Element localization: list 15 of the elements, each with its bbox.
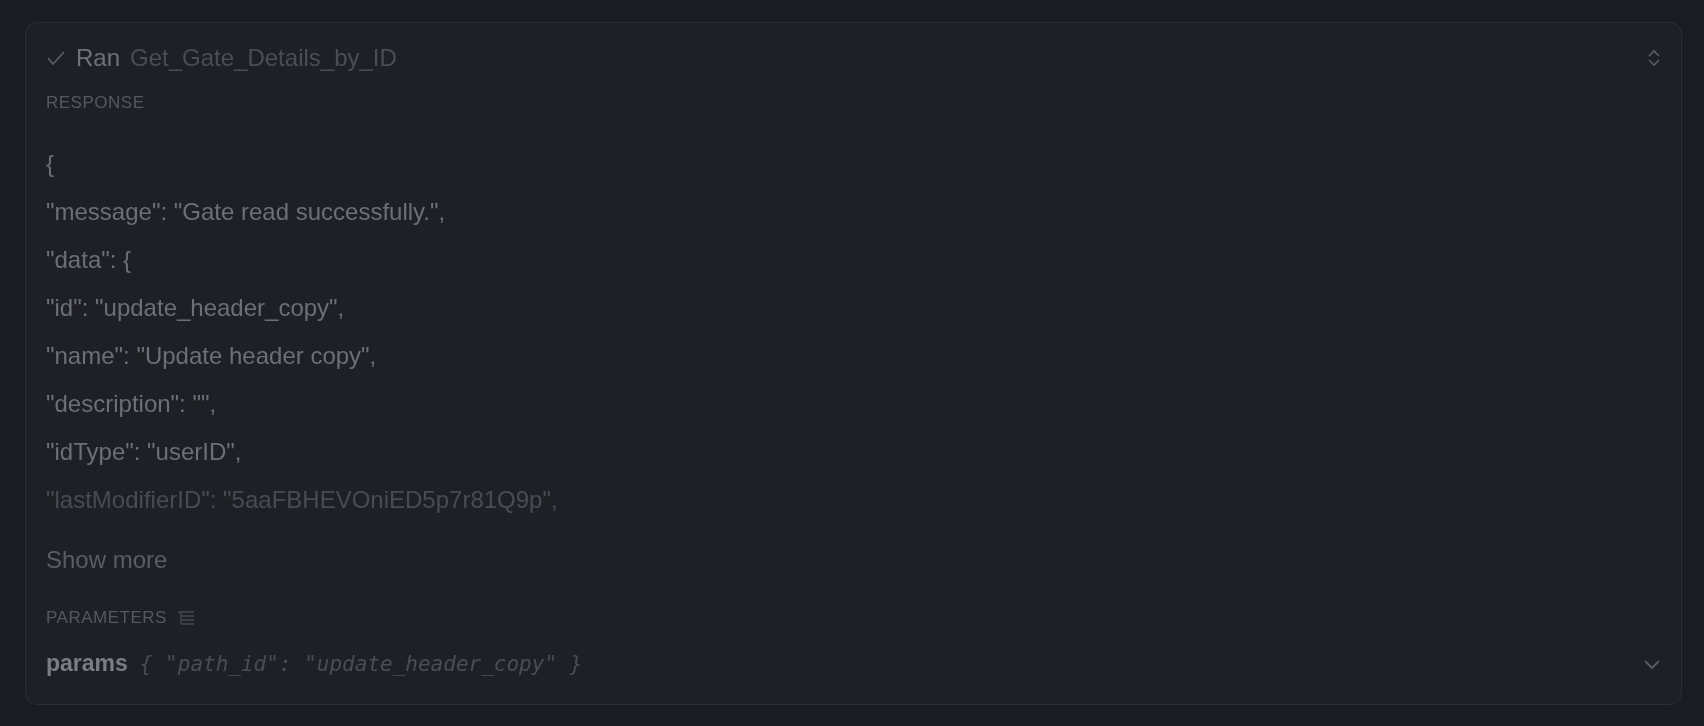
code-line: "data": {	[46, 245, 132, 275]
code-line: "name": "Update header copy",	[46, 341, 377, 371]
code-line: {	[46, 149, 54, 179]
chevron-button[interactable]	[1643, 657, 1661, 670]
section-label: PARAMETERS	[46, 608, 167, 628]
code-line: "description": "",	[46, 389, 217, 419]
code-line: "id": "update_header_copy",	[46, 293, 345, 323]
parameter-name: params	[46, 650, 128, 677]
code-line: "idType": "userID",	[46, 437, 242, 467]
code-line: "message": "Gate read successfully.",	[46, 197, 446, 227]
expand-collapse-button[interactable]	[1647, 48, 1661, 68]
section-label: RESPONSE	[46, 93, 145, 112]
status-text: Ran	[76, 44, 121, 72]
show-more-link[interactable]: Show more	[46, 546, 168, 574]
list-icon	[176, 610, 195, 626]
